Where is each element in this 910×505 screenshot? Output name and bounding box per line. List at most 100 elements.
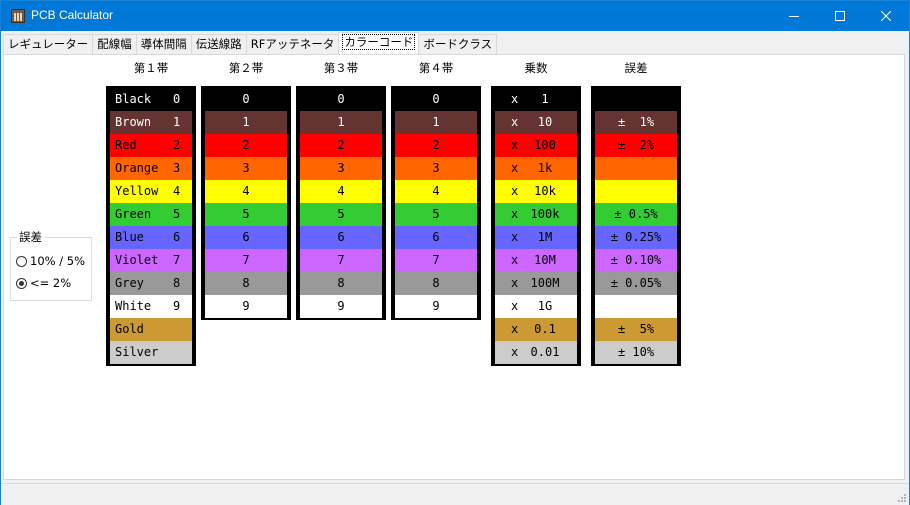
color-name: Yellow (115, 184, 159, 198)
color-row-black: 0 (395, 88, 477, 111)
radio-10-5-percent[interactable]: 10% / 5% (16, 254, 85, 268)
digit-value: 9 (337, 299, 345, 313)
digit-value: 6 (173, 230, 181, 244)
color-row-orange (595, 157, 677, 180)
tab-label: 伝送線路 (195, 37, 242, 51)
color-row-silver: ± 10% (595, 341, 677, 364)
close-icon (881, 11, 891, 21)
color-row-white: 9 (395, 295, 477, 318)
multiplier-value: 100 (534, 138, 556, 152)
multiply-sign: x (511, 253, 519, 267)
color-row-black: 0 (300, 88, 382, 111)
color-row-blue: 6 (300, 226, 382, 249)
digit-value: 8 (242, 276, 250, 290)
digit-value: 9 (242, 299, 250, 313)
tab-5[interactable]: カラーコード (338, 32, 420, 54)
color-row-blue: ± 0.25% (595, 226, 677, 249)
maximize-button[interactable] (817, 1, 863, 31)
color-row-orange: 3 (300, 157, 382, 180)
band4-column: 0 1 2 3 4 5 6 7 8 9 (391, 86, 481, 320)
tolerance-value: ± 5% (617, 322, 655, 336)
color-row-black: 0 (205, 88, 287, 111)
color-name: Orange (115, 161, 159, 175)
digit-value: 0 (432, 92, 440, 106)
minimize-button[interactable] (771, 1, 817, 31)
digit-value: 3 (242, 161, 250, 175)
color-row-gold: Gold (110, 318, 192, 341)
tab-4[interactable]: RFアッテネータ (245, 34, 340, 54)
tolerance-value: ± 2% (617, 138, 655, 152)
tab-label: 配線幅 (97, 37, 132, 51)
color-row-white (595, 295, 677, 318)
digit-value: 2 (432, 138, 440, 152)
digit-value: 5 (337, 207, 345, 221)
color-row-brown: 1 (395, 111, 477, 134)
band3-column: 0 1 2 3 4 5 6 7 8 9 (296, 86, 386, 320)
color-row-brown: ± 1% (595, 111, 677, 134)
color-row-green: 5 (205, 203, 287, 226)
color-row-violet: 7 (300, 249, 382, 272)
color-row-green: Green 5 (110, 203, 192, 226)
color-row-grey: Grey 8 (110, 272, 192, 295)
color-row-white: White 9 (110, 295, 192, 318)
color-row-brown: 1 (205, 111, 287, 134)
color-row-silver: x 0.01 (495, 341, 577, 364)
status-bar (1, 483, 909, 505)
multiplier-value: 10 (537, 115, 553, 129)
digit-value: 0 (337, 92, 345, 106)
color-row-red: x 100 (495, 134, 577, 157)
digit-value: 2 (337, 138, 345, 152)
digit-value: 2 (242, 138, 250, 152)
multiply-sign: x (511, 184, 519, 198)
color-row-yellow: 4 (395, 180, 477, 203)
header-band2: 第２帯 (228, 61, 264, 75)
tab-6[interactable]: ボードクラス (418, 34, 498, 54)
tab-3[interactable]: 伝送線路 (190, 34, 247, 54)
tab-label: RFアッテネータ (250, 37, 335, 51)
multiply-sign: x (511, 322, 519, 336)
color-row-white: 9 (300, 295, 382, 318)
color-row-gold: ± 5% (595, 318, 677, 341)
color-row-brown: x 10 (495, 111, 577, 134)
digit-value: 1 (242, 115, 250, 129)
color-name: Black (115, 92, 152, 106)
radio-label: 10% / 5% (30, 254, 85, 268)
resize-grip-icon[interactable] (898, 494, 906, 502)
digit-value: 2 (173, 138, 181, 152)
digit-value: 6 (242, 230, 250, 244)
header-tolerance: 誤差 (624, 61, 648, 75)
tab-label: 導体間隔 (140, 37, 187, 51)
digit-value: 6 (432, 230, 440, 244)
digit-value: 1 (337, 115, 345, 129)
multiply-sign: x (511, 161, 519, 175)
color-row-green: 5 (300, 203, 382, 226)
tab-1[interactable]: 配線幅 (92, 34, 137, 54)
color-row-violet: ± 0.10% (595, 249, 677, 272)
radio-2-percent-or-less[interactable]: <= 2% (16, 276, 71, 290)
band2-column: 0 1 2 3 4 5 6 7 8 9 (201, 86, 291, 320)
tolerance-value: ± 0.25% (610, 230, 662, 244)
color-row-grey: 8 (300, 272, 382, 295)
color-row-yellow (595, 180, 677, 203)
tab-0[interactable]: レギュレーター (3, 34, 94, 54)
digit-value: 5 (173, 207, 181, 221)
color-row-yellow: 4 (300, 180, 382, 203)
color-row-red: Red 2 (110, 134, 192, 157)
color-row-orange: Orange 3 (110, 157, 192, 180)
color-name: Red (115, 138, 137, 152)
multiplier-value: 10k (534, 184, 556, 198)
multiplier-value: 1G (537, 299, 553, 313)
multiplier-value: 1 (541, 92, 549, 106)
digit-value: 4 (432, 184, 440, 198)
color-row-black (595, 88, 677, 111)
multiply-sign: x (511, 115, 519, 129)
color-name: Green (115, 207, 152, 221)
tab-2[interactable]: 導体間隔 (135, 34, 192, 54)
color-row-yellow: Yellow 4 (110, 180, 192, 203)
color-name: Violet (115, 253, 159, 267)
radio-circle-icon (16, 255, 27, 267)
close-button[interactable] (863, 1, 909, 31)
header-band1: 第１帯 (133, 61, 169, 75)
color-row-green: 5 (395, 203, 477, 226)
color-name: Blue (115, 230, 144, 244)
